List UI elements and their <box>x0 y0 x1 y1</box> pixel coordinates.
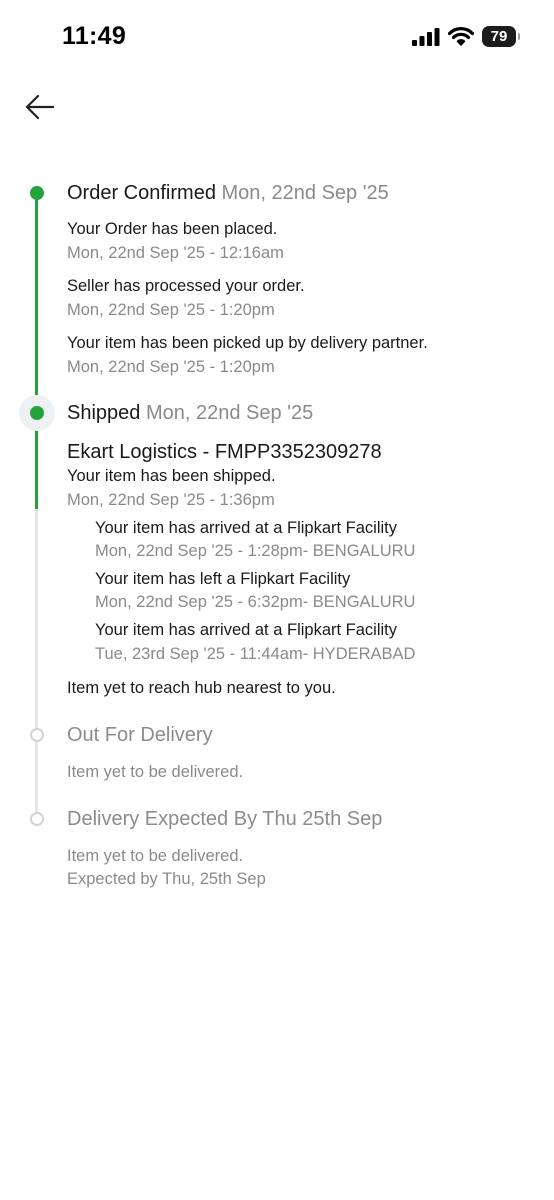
stage-shipped-heading: Shipped Mon, 22nd Sep '25 <box>67 402 313 425</box>
stage-confirmed-heading: Order Confirmed Mon, 22nd Sep '25 <box>67 182 389 205</box>
delivery-expected-date: Expected by Thu, 25th Sep <box>67 870 266 888</box>
event-text: Your item has been picked up by delivery… <box>67 334 428 352</box>
sub-event-time: Mon, 22nd Sep '25 - 6:32pm- BENGALURU <box>95 593 416 611</box>
sub-event-time: Tue, 23rd Sep '25 - 11:44am- HYDERABAD <box>95 645 416 663</box>
event-text: Your Order has been placed. <box>67 220 278 238</box>
battery-indicator: 79 <box>482 26 520 47</box>
back-button[interactable] <box>24 92 56 124</box>
event-time: Mon, 22nd Sep '25 - 12:16am <box>67 244 284 262</box>
stage-shipped-date: Mon, 22nd Sep '25 <box>145 402 314 424</box>
stage-confirmed-dot <box>30 186 44 200</box>
cellular-signal-icon <box>412 27 440 46</box>
sub-event-text: Your item has arrived at a Flipkart Faci… <box>95 621 398 639</box>
status-time: 11:49 <box>62 22 127 50</box>
event-time: Mon, 22nd Sep '25 - 1:20pm <box>67 358 275 376</box>
event-text: Seller has processed your order. <box>67 277 305 295</box>
out-for-delivery-note: Item yet to be delivered. <box>67 763 244 781</box>
stage-out-for-delivery-title: Out For Delivery <box>67 724 213 746</box>
timeline-pending-line <box>35 509 38 819</box>
delivery-expected-note: Item yet to be delivered. <box>67 847 244 865</box>
sub-event-time: Mon, 22nd Sep '25 - 1:28pm- BENGALURU <box>95 542 416 560</box>
stage-delivery-expected-title: Delivery Expected By Thu 25th Sep <box>67 808 383 830</box>
event-text: Your item has been shipped. <box>67 467 276 485</box>
back-arrow-icon <box>25 94 55 120</box>
status-icons: 79 <box>412 26 520 47</box>
courier-tracking-id: Ekart Logistics - FMPP3352309278 <box>67 441 382 463</box>
stage-confirmed-title: Order Confirmed <box>67 182 216 204</box>
stage-shipped-dot <box>30 406 44 420</box>
event-time: Mon, 22nd Sep '25 - 1:20pm <box>67 301 275 319</box>
sub-event-text: Your item has left a Flipkart Facility <box>95 570 351 588</box>
stage-shipped-title: Shipped <box>67 402 141 424</box>
stage-delivery-expected-dot <box>30 812 44 826</box>
stage-out-for-delivery-dot <box>30 728 44 742</box>
wifi-icon <box>448 27 474 46</box>
sub-event-text: Your item has arrived at a Flipkart Faci… <box>95 519 398 537</box>
timeline-progress-line <box>35 193 38 509</box>
stage-confirmed-date: Mon, 22nd Sep '25 <box>221 182 389 204</box>
shipped-status-note: Item yet to reach hub nearest to you. <box>67 679 336 697</box>
event-time: Mon, 22nd Sep '25 - 1:36pm <box>67 491 275 509</box>
